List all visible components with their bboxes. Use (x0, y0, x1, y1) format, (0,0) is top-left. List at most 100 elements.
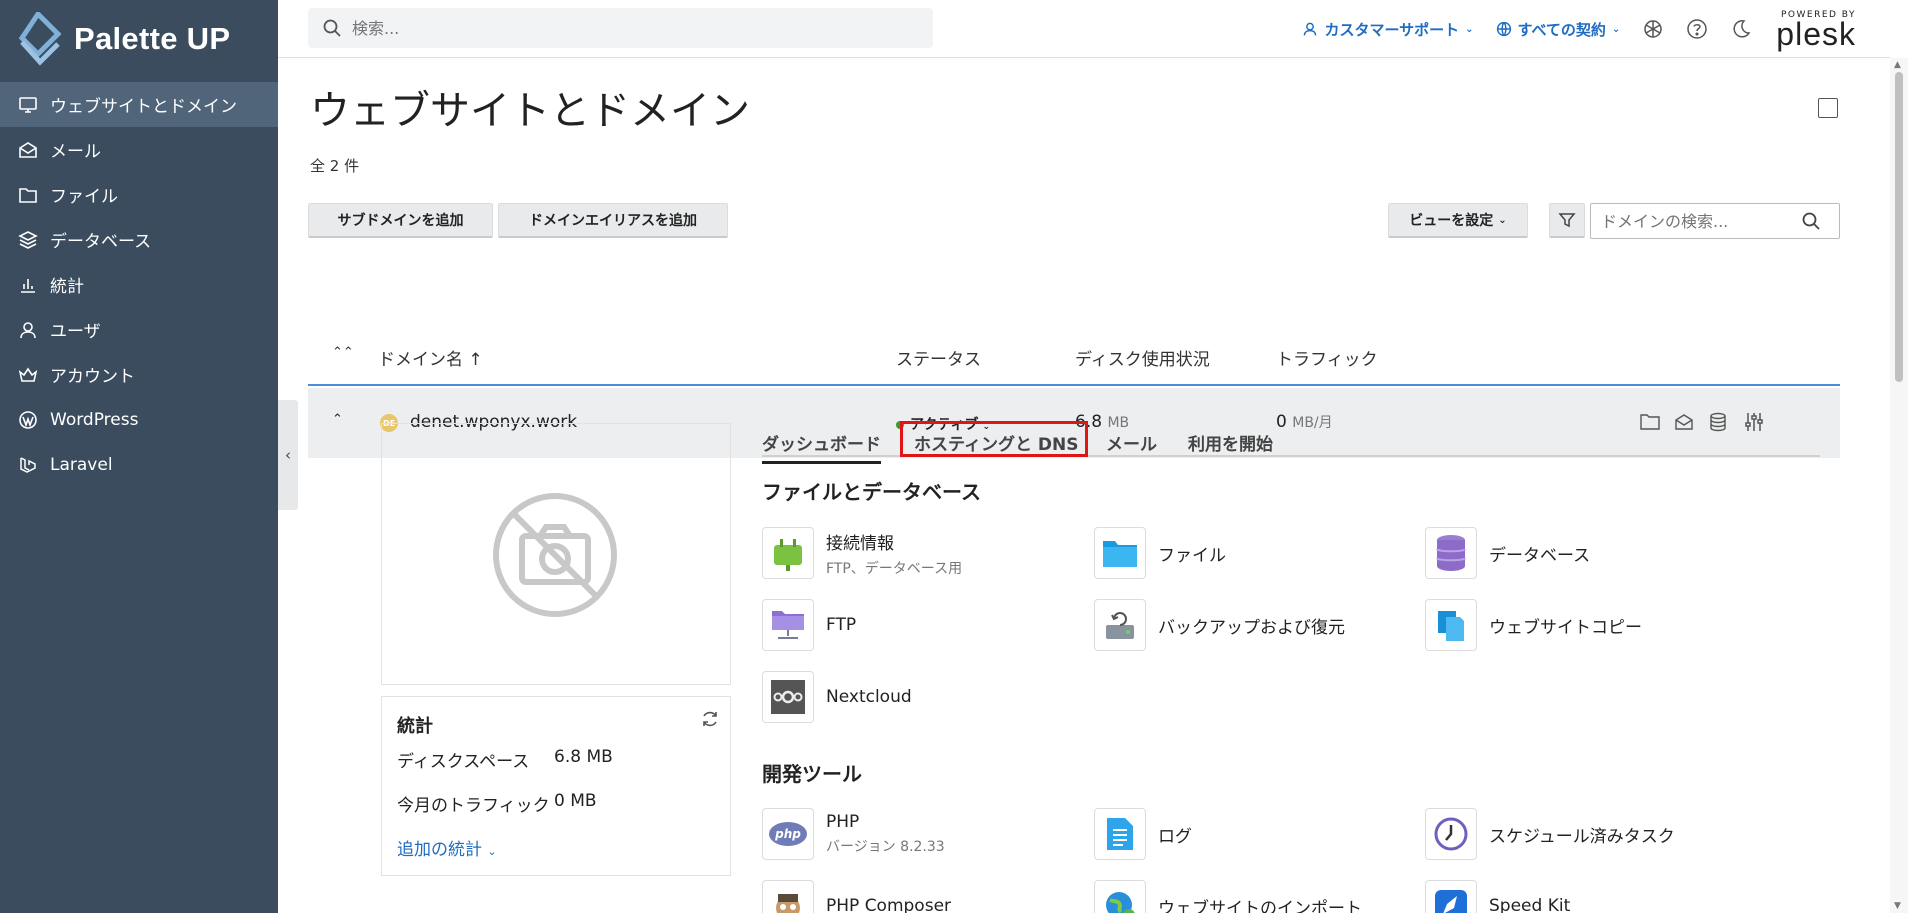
sidebar-item-laravel[interactable]: Laravel (0, 442, 278, 487)
column-domain-name[interactable]: ドメイン名 ↑ (378, 345, 483, 370)
no-camera-icon (493, 493, 617, 617)
sidebar-item-databases[interactable]: データベース (0, 217, 278, 262)
sidebar-item-label: データベース (50, 232, 152, 252)
page-title: ウェブサイトとドメイン (310, 88, 750, 134)
help-icon[interactable] (1686, 18, 1708, 40)
brand-logo[interactable]: Palette UP (18, 12, 230, 66)
monthly-traffic-label: 今月のトラフィック (397, 796, 550, 816)
sidebar-item-account[interactable]: アカウント (0, 352, 278, 397)
sidebar-item-mail[interactable]: メール (0, 127, 278, 172)
tool-scheduled-tasks[interactable]: スケジュール済みタスク (1425, 808, 1675, 860)
sidebar-item-label: ファイル (50, 187, 118, 207)
tool-php[interactable]: php PHP バージョン 8.2.33 (762, 808, 945, 860)
cloud-icon[interactable] (1642, 18, 1664, 40)
log-document-icon (1094, 808, 1146, 860)
sidebar-item-label: アカウント (50, 367, 135, 387)
global-search[interactable] (308, 8, 933, 48)
globe-import-icon (1094, 880, 1146, 913)
composer-icon (762, 880, 814, 913)
tool-title: ログ (1158, 826, 1192, 847)
tool-subtitle: FTP、データベース用 (826, 560, 963, 577)
disk-space-value: 6.8 MB (554, 747, 613, 767)
customer-support-menu[interactable]: カスタマーサポート ⌄ (1302, 19, 1474, 40)
tool-title: ファイル (1158, 545, 1226, 566)
sidebar-item-statistics[interactable]: 統計 (0, 262, 278, 307)
tool-speed-kit[interactable]: Speed Kit (1425, 880, 1570, 913)
website-preview[interactable] (381, 423, 731, 685)
layers-icon (18, 230, 38, 249)
tool-backup-restore[interactable]: バックアップおよび復元 (1094, 599, 1345, 651)
tool-website-copy[interactable]: ウェブサイトコピー (1425, 599, 1642, 651)
brand-name: Palette UP (74, 21, 231, 56)
tool-title: データベース (1489, 545, 1591, 566)
panel-toggle-icon[interactable] (1818, 98, 1838, 118)
column-status[interactable]: ステータス (896, 345, 981, 370)
sidebar-item-label: ユーザ (50, 322, 101, 342)
search-input[interactable] (352, 18, 912, 38)
sidebar-item-label: WordPress (50, 409, 139, 430)
sidebar-item-users[interactable]: ユーザ (0, 307, 278, 352)
more-statistics-link[interactable]: 追加の統計 ⌄ (397, 835, 497, 860)
clock-icon (1425, 808, 1477, 860)
subscriptions-menu[interactable]: すべての契約 ⌄ (1496, 19, 1621, 40)
filter-button[interactable] (1549, 203, 1585, 238)
tab-mail[interactable]: メール (1106, 430, 1157, 455)
sidebar-nav: ウェブサイトとドメイン メール ファイル データベース 統計 ユーザ アカウント (0, 82, 278, 487)
tool-nextcloud[interactable]: Nextcloud (762, 671, 912, 723)
tool-ftp[interactable]: FTP (762, 599, 856, 651)
tab-dashboard[interactable]: ダッシュボード (762, 430, 881, 464)
copy-icon (1425, 599, 1477, 651)
tool-php-composer[interactable]: PHP Composer (762, 880, 951, 913)
sidebar-item-websites[interactable]: ウェブサイトとドメイン (0, 82, 278, 127)
main-content: ウェブサイトとドメイン 全 2 件 サブドメインを追加 ドメインエイリアスを追加… (278, 58, 1890, 913)
globe-icon (1496, 21, 1511, 37)
rocket-icon (1425, 880, 1477, 913)
domain-search-input[interactable] (1591, 211, 1801, 231)
topbar-actions: カスタマーサポート ⌄ すべての契約 ⌄ POWERED BY plesk (1302, 0, 1890, 58)
user-icon (20, 321, 36, 338)
tool-logs[interactable]: ログ (1094, 808, 1192, 860)
folder-icon (19, 187, 37, 203)
add-subdomain-button[interactable]: サブドメインを追加 (308, 203, 493, 238)
scroll-up-icon[interactable]: ▲ (1894, 60, 1901, 70)
ftp-folder-icon (762, 599, 814, 651)
svg-text:php: php (774, 827, 801, 841)
column-traffic[interactable]: トラフィック (1276, 345, 1378, 370)
tab-get-started[interactable]: 利用を開始 (1188, 430, 1273, 455)
tool-subtitle: バージョン 8.2.33 (826, 839, 945, 855)
dark-mode-icon[interactable] (1730, 18, 1752, 40)
tool-files[interactable]: ファイル (1094, 527, 1226, 579)
domain-search[interactable] (1590, 203, 1840, 239)
scroll-down-icon[interactable]: ▼ (1894, 901, 1901, 911)
sidebar-item-files[interactable]: ファイル (0, 172, 278, 217)
sidebar: Palette UP ウェブサイトとドメイン メール ファイル データベース 統… (0, 0, 278, 913)
topbar: カスタマーサポート ⌄ すべての契約 ⌄ POWERED BY plesk (278, 0, 1890, 58)
vertical-scrollbar[interactable]: ▲ ▼ (1890, 58, 1908, 913)
tool-website-import[interactable]: ウェブサイトのインポート (1094, 880, 1362, 913)
search-icon[interactable] (1801, 211, 1821, 231)
mail-icon (19, 141, 37, 158)
sidebar-item-label: 統計 (50, 277, 84, 297)
tool-connection-info[interactable]: 接続情報 FTP、データベース用 (762, 527, 962, 579)
scrollbar-thumb[interactable] (1895, 72, 1903, 382)
chevron-up-icon[interactable]: ⌃ (332, 412, 343, 427)
plesk-wordmark: plesk (1776, 16, 1856, 52)
collapse-all-icon[interactable]: ⌃⌃ (332, 345, 354, 360)
palette-logo-icon (18, 12, 62, 66)
item-count: 全 2 件 (310, 157, 360, 175)
column-disk-usage[interactable]: ディスク使用状況 (1075, 345, 1210, 370)
add-domain-alias-button[interactable]: ドメインエイリアスを追加 (498, 203, 728, 238)
plesk-logo: POWERED BY plesk (1776, 10, 1856, 52)
statistics-panel: 統計 ディスクスペース 6.8 MB 今月のトラフィック 0 MB 追加の統計 … (381, 696, 731, 876)
tool-title: PHP Composer (826, 896, 952, 913)
php-icon: php (762, 808, 814, 860)
filter-icon (1558, 213, 1576, 228)
sidebar-item-wordpress[interactable]: WordPress (0, 397, 278, 442)
user-icon (1304, 22, 1317, 36)
tool-databases[interactable]: データベース (1425, 527, 1590, 579)
chevron-down-icon: ⌄ (1611, 23, 1621, 35)
sidebar-item-label: Laravel (50, 454, 113, 475)
refresh-icon[interactable] (700, 709, 720, 729)
view-settings-button[interactable]: ビューを設定 ⌄ (1388, 203, 1528, 238)
nextcloud-icon (762, 671, 814, 723)
